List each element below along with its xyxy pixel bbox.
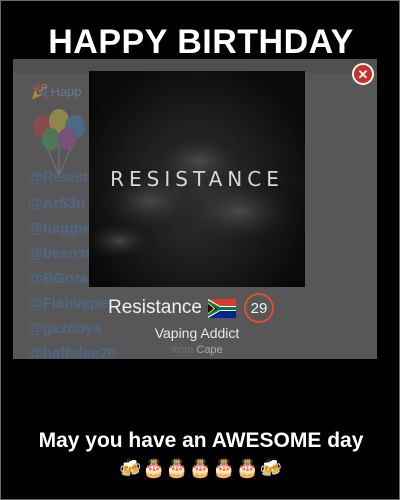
handle-link[interactable]: @Resist (28, 169, 88, 186)
user-location: from Cape (89, 344, 305, 356)
south-africa-flag-icon (208, 298, 236, 318)
party-icon: 🎉 (31, 83, 49, 99)
handle-link[interactable]: @beenst (28, 245, 91, 262)
profile-popup: RESISTANCE (89, 71, 305, 287)
profile-info: Resistance 29 Vaping Addict from Cape (89, 287, 305, 357)
profile-banner-image: RESISTANCE (89, 71, 305, 287)
page-title: HAPPY BIRTHDAY (48, 23, 354, 61)
user-title: Vaping Addict (154, 325, 240, 341)
age-badge: 29 (244, 293, 274, 323)
birthday-card: HAPPY BIRTHDAY 🎉 Happ @Resist @Ar53n @ba… (0, 0, 400, 500)
from-label: from (171, 344, 194, 356)
handle-link[interactable]: @Ar53n (28, 195, 85, 212)
background-heading-text: Happ (50, 84, 82, 99)
name-row: Resistance 29 (89, 293, 379, 323)
resistance-logo: RESISTANCE (110, 167, 284, 191)
birthday-message: May you have an AWESOME day (38, 429, 364, 452)
handle-link[interactable]: @BGora (28, 270, 88, 287)
balloons-icon (33, 109, 85, 176)
profile-name[interactable]: Resistance (108, 297, 202, 319)
celebration-emojis: 🍻🎂🎂🎂🎂🎂🍻 (119, 458, 283, 478)
handle-link[interactable]: @baggie (28, 220, 91, 237)
location-city: Cape (196, 344, 223, 356)
close-icon[interactable]: ✕ (352, 63, 374, 85)
background-heading: 🎉 Happ (31, 83, 82, 100)
